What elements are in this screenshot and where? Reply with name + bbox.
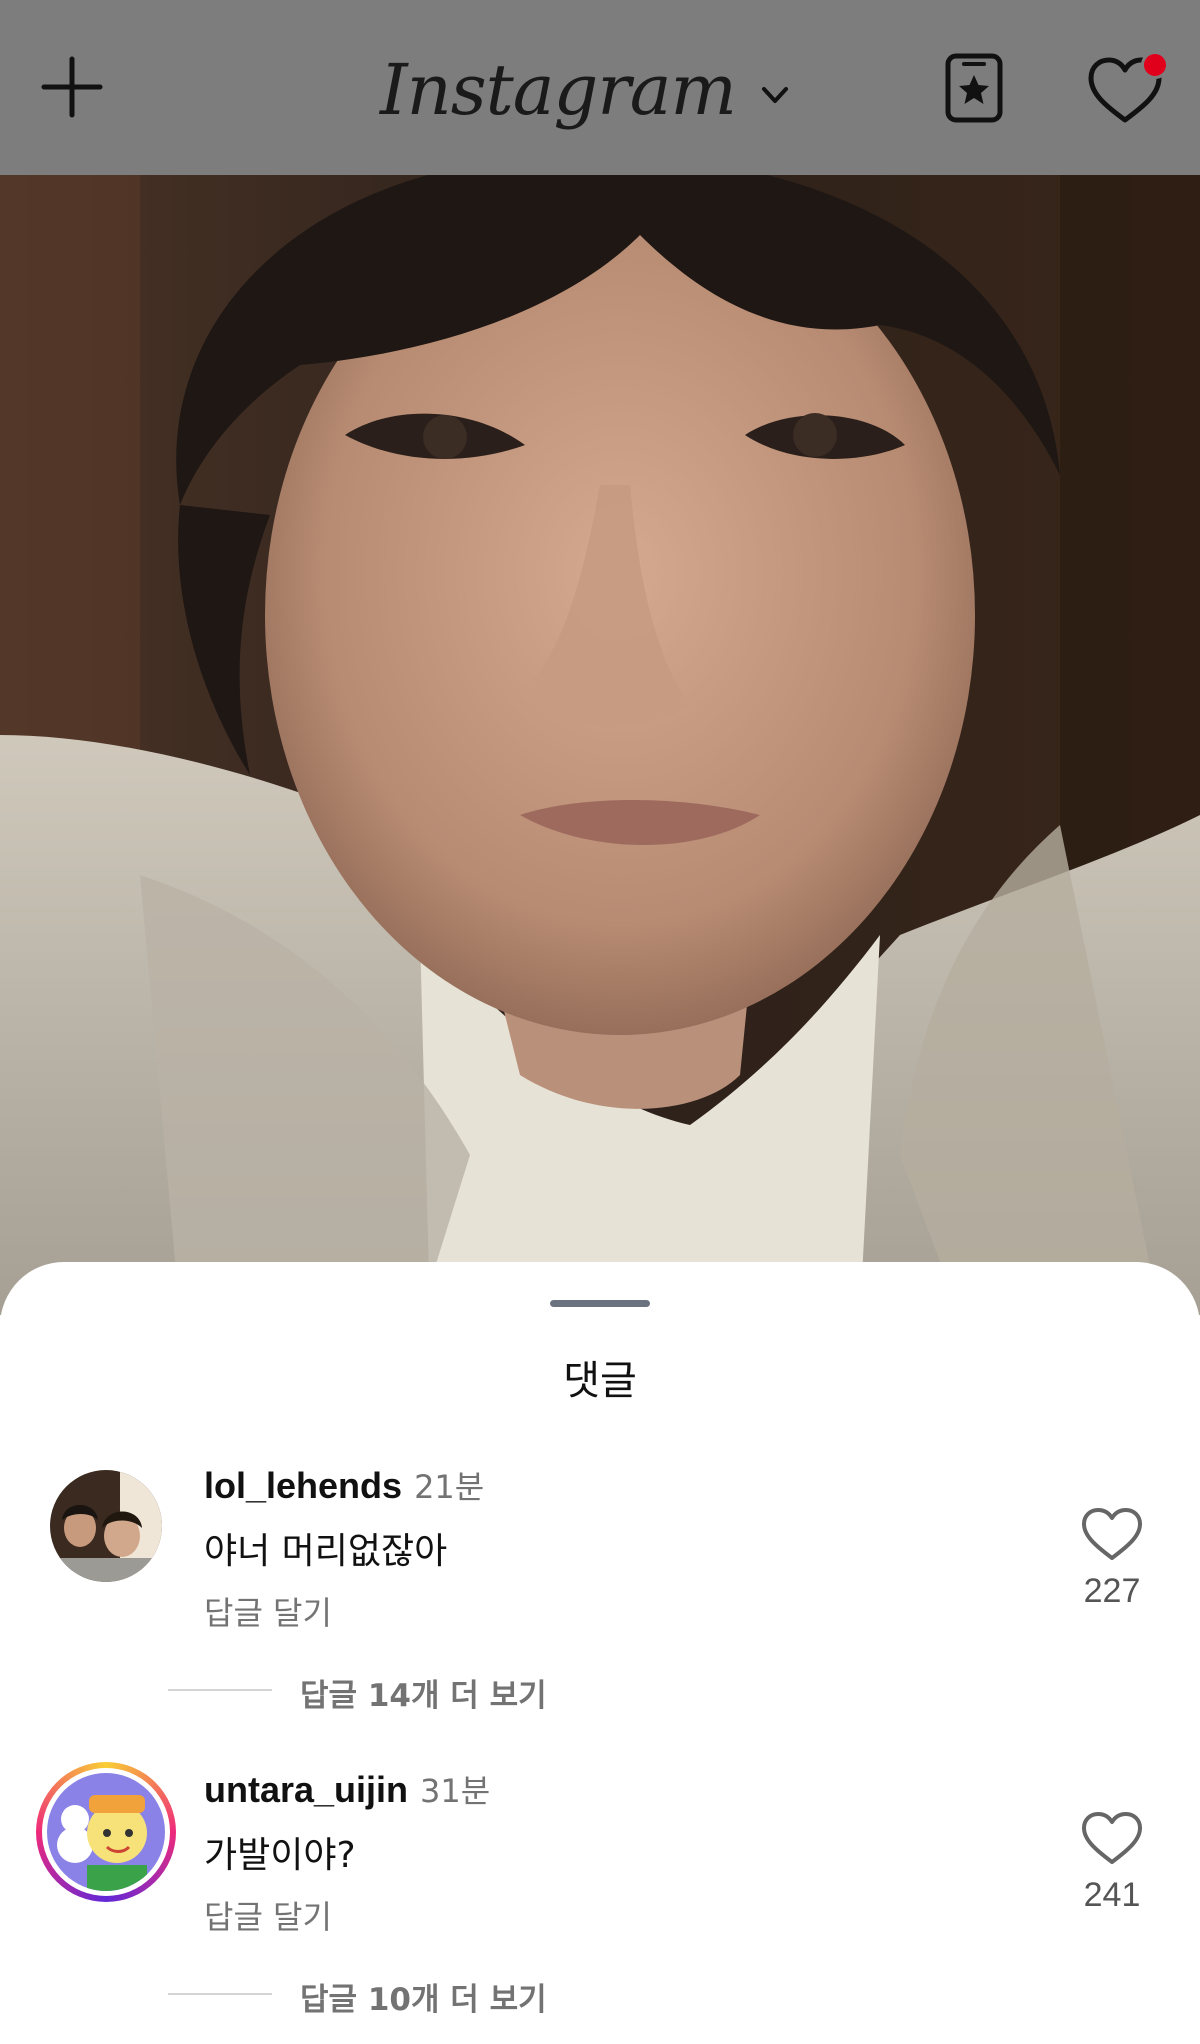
view-more-replies[interactable]: 답글 14개 더 보기 <box>300 1670 547 1715</box>
reply-button[interactable]: 답글 달기 <box>204 1588 332 1634</box>
plus-icon[interactable] <box>40 55 104 119</box>
drag-handle[interactable] <box>550 1300 650 1307</box>
avatar-story-ring[interactable] <box>36 1762 176 1902</box>
avatar-image <box>50 1470 162 1582</box>
comment-username[interactable]: lol_lehends <box>204 1465 402 1506</box>
comment-username[interactable]: untara_uijin <box>204 1769 408 1810</box>
notification-dot <box>1141 51 1169 79</box>
comment-text: 가발이야? <box>204 1835 356 1876</box>
reply-button[interactable]: 답글 달기 <box>204 1892 332 1938</box>
top-bar: Instagram <box>0 0 1200 175</box>
like-count: 241 <box>1083 1876 1141 1914</box>
comment-time: 21분 <box>414 1468 485 1506</box>
comment-time: 31분 <box>420 1772 491 1810</box>
like-count: 227 <box>1083 1572 1141 1610</box>
instagram-logo: Instagram <box>380 49 737 131</box>
sheet-title: 댓글 <box>563 1358 637 1404</box>
divider <box>168 1689 272 1691</box>
selfie-photo <box>0 175 1200 1315</box>
favorites-icon[interactable] <box>944 52 1004 124</box>
comment-text: 야너 머리없잖아 <box>204 1531 448 1572</box>
heart-icon[interactable] <box>1080 1506 1144 1562</box>
heart-icon[interactable] <box>1080 1810 1144 1866</box>
comment-item: lol_lehends 21분 야너 머리없잖아 답글 달기 227 <box>0 1460 1200 1660</box>
feed-switcher[interactable]: Instagram <box>380 40 790 140</box>
post-photo[interactable] <box>0 175 1200 1315</box>
divider <box>168 1993 272 1995</box>
avatar-image <box>47 1773 165 1891</box>
comments-sheet: 댓글 lol_lehends 21분 야너 머리없잖아 답글 달기 227 답글… <box>0 1262 1200 2044</box>
comment-item: untara_uijin 31분 가발이야? 답글 달기 241 <box>0 1762 1200 1964</box>
chevron-down-icon <box>761 87 788 103</box>
view-more-replies[interactable]: 답글 10개 더 보기 <box>300 1974 547 2019</box>
instagram-app: Instagram 댓글 lol_lehends 21분 야너 머리없잖아 답글… <box>0 0 1200 2044</box>
avatar[interactable] <box>50 1470 162 1582</box>
